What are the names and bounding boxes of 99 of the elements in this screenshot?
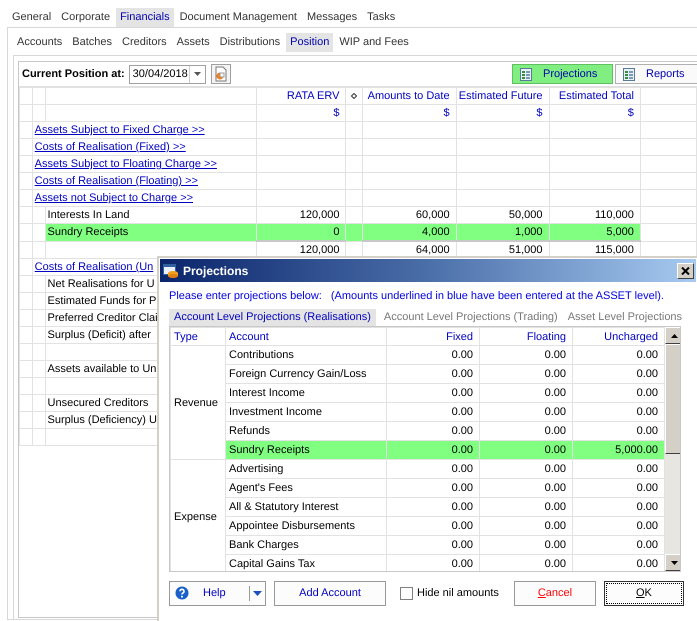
table-cell[interactable]: Foreign Currency Gain/Loss xyxy=(226,364,386,384)
table-cell[interactable]: 0.00 xyxy=(480,536,572,554)
table-cell[interactable]: 0.00 xyxy=(480,440,572,460)
currency-label: $ xyxy=(456,104,550,122)
table-cell[interactable]: 0.00 xyxy=(480,460,572,478)
column-header[interactable]: Estimated Future xyxy=(456,88,550,104)
column-header[interactable]: RATA ERV xyxy=(256,88,346,104)
table-cell[interactable]: 0.00 xyxy=(572,536,664,554)
table-cell[interactable]: 0.00 xyxy=(572,516,664,536)
tab[interactable]: General xyxy=(8,8,56,27)
table-cell[interactable]: 0.00 xyxy=(386,440,480,460)
column-header[interactable]: Account xyxy=(226,328,386,346)
table-cell[interactable]: 0.00 xyxy=(386,516,480,536)
tab[interactable]: Tasks xyxy=(363,8,400,27)
database-icon xyxy=(163,264,179,278)
add-account-button[interactable]: Add Account xyxy=(274,580,386,606)
tab[interactable]: Asset Level Projections xyxy=(562,309,688,326)
cancel-button[interactable]: Cancel xyxy=(514,580,596,606)
table-cell[interactable]: 0.00 xyxy=(480,478,572,498)
field-label: Current Position at: xyxy=(22,68,125,80)
currency-label: $ xyxy=(256,104,346,122)
date-field[interactable]: 30/04/2018 xyxy=(128,64,206,84)
document-button[interactable] xyxy=(210,64,231,84)
tab[interactable]: Batches xyxy=(68,33,116,52)
table-cell: Expense xyxy=(170,460,226,571)
table-cell: Revenue xyxy=(170,346,226,460)
grid-icon xyxy=(519,66,533,82)
table-cell[interactable]: Contributions xyxy=(226,346,386,364)
note-text: (Amounts underlined in blue have been entered at the ASSET level). xyxy=(330,290,664,302)
currency-label: $ xyxy=(549,104,640,122)
table-cell[interactable]: 0.00 xyxy=(386,498,480,516)
ok-button[interactable]: OK xyxy=(604,580,684,606)
table-cell[interactable]: 0.00 xyxy=(480,516,572,536)
toolbar-button[interactable]: Reports xyxy=(615,64,697,84)
table-cell[interactable]: 0.00 xyxy=(386,364,480,384)
column-header[interactable]: Uncharged xyxy=(572,328,664,346)
caret-icon xyxy=(252,590,262,596)
table-cell[interactable]: Agent's Fees xyxy=(226,478,386,498)
tab[interactable]: Assets xyxy=(172,33,214,52)
close-icon xyxy=(681,266,690,274)
column-header[interactable]: Amounts to Date xyxy=(362,88,456,104)
table-cell[interactable]: Sundry Receipts xyxy=(226,440,386,460)
document-icon xyxy=(214,66,228,82)
column-header[interactable]: Floating xyxy=(480,328,572,346)
table-cell[interactable]: 0.00 xyxy=(386,478,480,498)
table-cell[interactable]: 0.00 xyxy=(386,346,480,364)
diamond-icon xyxy=(351,93,358,99)
table-cell[interactable]: Advertising xyxy=(226,460,386,478)
table-cell[interactable]: 0.00 xyxy=(572,346,664,364)
scrollbar[interactable] xyxy=(665,327,680,571)
caret-icon xyxy=(194,72,201,76)
column-header[interactable]: Fixed xyxy=(386,328,480,346)
table-cell[interactable]: 0.00 xyxy=(572,384,664,402)
tab[interactable]: Document Management xyxy=(176,8,301,27)
table-cell[interactable]: 0.00 xyxy=(480,346,572,364)
tab[interactable]: Accounts xyxy=(13,33,66,52)
tab[interactable]: Creditors xyxy=(118,33,171,52)
close-button[interactable] xyxy=(677,262,694,278)
tab[interactable]: Financials xyxy=(116,8,174,27)
table-cell[interactable]: Appointee Disbursements xyxy=(226,516,386,536)
table-cell[interactable]: 0.00 xyxy=(572,402,664,422)
window-title: Projections xyxy=(183,264,250,278)
tab[interactable]: Account Level Projections (Realisations) xyxy=(169,309,376,326)
toolbar-button[interactable]: Projections xyxy=(512,64,613,84)
help-button[interactable]: Help xyxy=(169,580,249,606)
table-cell[interactable]: 0.00 xyxy=(386,536,480,554)
dropdown-button[interactable] xyxy=(249,580,266,606)
table-cell[interactable]: 5,000.00 xyxy=(572,440,664,460)
tab[interactable]: Position xyxy=(286,33,334,52)
tab[interactable]: Account Level Projections (Trading) xyxy=(378,309,563,326)
tab[interactable]: Messages xyxy=(303,8,362,27)
help-icon xyxy=(175,586,189,600)
table-cell[interactable]: 0.00 xyxy=(572,498,664,516)
table-cell[interactable]: 0.00 xyxy=(386,402,480,422)
table-cell[interactable]: All & Statutory Interest xyxy=(226,498,386,516)
table-cell[interactable]: 0.00 xyxy=(572,460,664,478)
tab[interactable]: Distributions xyxy=(216,33,284,52)
column-header[interactable]: Estimated Total xyxy=(549,88,640,104)
table-cell[interactable]: Investment Income xyxy=(226,402,386,422)
column-header[interactable]: Type xyxy=(170,328,226,346)
table-cell[interactable]: 0.00 xyxy=(480,384,572,402)
up-arrow-icon xyxy=(670,334,678,338)
table-cell[interactable]: 0.00 xyxy=(480,498,572,516)
table-cell[interactable]: 0.00 xyxy=(386,384,480,402)
grid-icon xyxy=(622,66,636,82)
table-cell[interactable]: 0.00 xyxy=(572,364,664,384)
tab[interactable]: Corporate xyxy=(57,8,114,27)
table-cell[interactable]: 0.00 xyxy=(572,478,664,498)
table-cell[interactable]: Interest Income xyxy=(226,384,386,402)
table-cell[interactable]: 0.00 xyxy=(386,460,480,478)
down-arrow-icon xyxy=(670,560,678,564)
currency-label: $ xyxy=(362,104,456,122)
table-cell[interactable]: 0.00 xyxy=(480,364,572,384)
tab[interactable]: WIP and Fees xyxy=(335,33,413,52)
table-cell: Sundry Receipts xyxy=(45,224,256,241)
checkbox[interactable] xyxy=(400,586,413,600)
checkbox-label: Hide nil amounts xyxy=(417,587,499,599)
table-cell[interactable]: Bank Charges xyxy=(226,536,386,554)
table-cell[interactable]: 0.00 xyxy=(480,402,572,422)
